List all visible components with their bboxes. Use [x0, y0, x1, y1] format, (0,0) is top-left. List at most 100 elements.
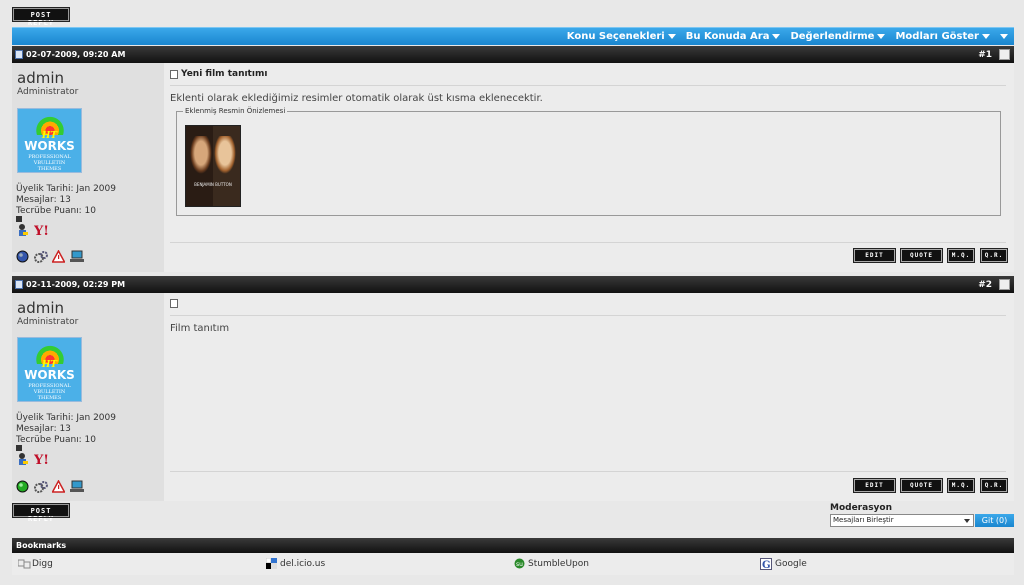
digg-icon: [17, 558, 31, 569]
attached-image-thumbnail[interactable]: BENJAMIN BUTTON: [185, 125, 241, 207]
post-header-2: 02-11-2009, 02:29 PM #2: [12, 276, 1014, 293]
post-select-checkbox[interactable]: [999, 279, 1010, 290]
thread-tools-bar: Konu Seçenekleri Bu Konuda Ara Değerlend…: [12, 27, 1014, 45]
search-thread-menu[interactable]: Bu Konuda Ara: [686, 31, 781, 42]
post-title: [170, 299, 181, 308]
document-icon: [170, 299, 178, 308]
bookmark-label: del.icio.us: [280, 558, 326, 569]
moderation-selected-option: Mesajları Birleştir: [833, 516, 894, 524]
footer-divider: [170, 471, 1006, 472]
post-header-1: 02-07-2009, 09:20 AM #1: [12, 46, 1014, 63]
avatar-line2: WORKS: [24, 139, 75, 153]
post-content-1: Yeni film tanıtımı Eklenti olarak ekledi…: [164, 63, 1014, 272]
avatar-line5: THEMES: [37, 395, 62, 401]
yahoo-icon[interactable]: Y!: [33, 223, 49, 239]
quick-reply-button[interactable]: Q.R.: [980, 478, 1008, 493]
user-panel-1: admin Administrator HT WORKS PROFESSIONA…: [12, 63, 164, 272]
bookmark-label: Digg: [32, 558, 53, 569]
display-modes-menu[interactable]: Modları Göster: [895, 31, 990, 42]
chevron-down-icon: [964, 519, 970, 523]
join-date: Üyelik Tarihi: Jan 2009: [16, 184, 116, 194]
yahoo-icon[interactable]: Y!: [33, 452, 49, 468]
display-modes-label: Modları Göster: [895, 31, 979, 42]
bookmark-label: Google: [775, 559, 807, 569]
search-thread-label: Bu Konuda Ara: [685, 31, 770, 42]
offline-status-icon: [16, 250, 29, 263]
settings-gears-icon[interactable]: [34, 250, 48, 263]
reputation-icon: [16, 445, 22, 451]
bookmark-google[interactable]: G Google: [760, 558, 807, 571]
post-number-link[interactable]: #1: [978, 50, 992, 60]
post-icon: [15, 280, 23, 289]
user-title: Administrator: [17, 317, 79, 327]
avatar[interactable]: HT WORKS PROFESSIONAL VBULLETIN THEMES: [17, 108, 82, 173]
user-title: Administrator: [17, 87, 79, 97]
moderation-label: Moderasyon: [830, 503, 893, 513]
post-date: 02-07-2009, 09:20 AM: [26, 50, 126, 59]
attachment-preview: Eklenmiş Resmin Önizlemesi BENJAMIN BUTT…: [176, 107, 1001, 216]
report-warning-icon[interactable]: [51, 479, 66, 493]
post-select-checkbox[interactable]: [999, 49, 1010, 60]
chevron-down-icon: [877, 34, 886, 39]
edit-button[interactable]: EDIT: [853, 478, 896, 493]
collapse-toggle[interactable]: [1000, 34, 1008, 39]
post-reply-button-bottom[interactable]: POST REPLY: [12, 503, 70, 523]
bookmark-digg[interactable]: Digg: [17, 558, 53, 569]
msn-icon[interactable]: [16, 452, 29, 465]
post-content-2: Film tanıtım EDIT QUOTE M.Q. Q.R.: [164, 293, 1014, 501]
post-number-link[interactable]: #2: [978, 280, 992, 290]
post-icon: [15, 50, 23, 59]
title-divider: [170, 315, 1006, 316]
bookmark-stumbleupon[interactable]: su StumbleUpon: [514, 558, 589, 569]
user-panel-2: admin Administrator HT WORKS PROFESSIONA…: [12, 293, 164, 501]
msn-icon[interactable]: [16, 223, 29, 236]
bookmarks-header: Bookmarks: [12, 538, 1014, 553]
bookmark-delicious[interactable]: del.icio.us: [265, 557, 326, 569]
chevron-down-icon: [772, 34, 781, 39]
post-message: Film tanıtım: [170, 323, 230, 334]
thread-options-menu[interactable]: Konu Seçenekleri: [567, 31, 676, 42]
bookmarks-row: Digg del.icio.us su StumbleUpon G Google: [12, 553, 1014, 575]
post-count: Mesajlar: 13: [16, 195, 71, 205]
post-reply-button[interactable]: POST REPLY: [12, 7, 70, 27]
bookmark-label: StumbleUpon: [528, 558, 589, 569]
moderation-select[interactable]: Mesajları Birleştir: [830, 514, 974, 527]
online-status-icon: [16, 480, 29, 493]
svg-text:G: G: [762, 560, 771, 570]
google-icon: G: [760, 558, 772, 571]
document-icon: [170, 69, 178, 79]
chevron-down-icon: [982, 34, 990, 39]
ip-computer-icon[interactable]: [70, 250, 84, 263]
reputation-icon: [16, 216, 22, 222]
rating-label: Değerlendirme: [790, 31, 875, 42]
quote-button[interactable]: QUOTE: [900, 478, 943, 493]
ip-computer-icon[interactable]: [70, 480, 84, 493]
username-link[interactable]: admin: [17, 299, 64, 317]
svg-text:su: su: [516, 561, 523, 568]
svg-text:Y!: Y!: [34, 453, 48, 465]
moderation-go-button[interactable]: Git (0): [975, 514, 1014, 527]
contact-icons: Y!: [16, 452, 49, 468]
rating-menu[interactable]: Değerlendirme: [790, 31, 886, 42]
quick-reply-button[interactable]: Q.R.: [980, 248, 1008, 263]
post-message: Eklenti olarak eklediğimiz resimler otom…: [170, 93, 543, 104]
chevron-down-icon: [667, 34, 676, 39]
avatar[interactable]: HT WORKS PROFESSIONAL VBULLETIN THEMES: [17, 337, 82, 402]
delicious-icon: [265, 557, 277, 569]
poster-face-right: [214, 136, 236, 174]
svg-text:Y!: Y!: [34, 224, 48, 236]
avatar-line2: WORKS: [24, 368, 75, 382]
edit-button[interactable]: EDIT: [853, 248, 896, 263]
multi-quote-button[interactable]: M.Q.: [947, 248, 975, 263]
reputation-points: Tecrübe Puanı: 10: [16, 206, 97, 216]
quote-button[interactable]: QUOTE: [900, 248, 943, 263]
post-tools-icons: [16, 479, 84, 493]
settings-gears-icon[interactable]: [34, 480, 48, 493]
post-tools-icons: [16, 249, 84, 263]
post-count: Mesajlar: 13: [16, 424, 71, 434]
post-title-text: Yeni film tanıtımı: [181, 69, 268, 79]
attachment-legend: Eklenmiş Resmin Önizlemesi: [185, 107, 286, 115]
username-link[interactable]: admin: [17, 69, 64, 87]
multi-quote-button[interactable]: M.Q.: [947, 478, 975, 493]
report-warning-icon[interactable]: [51, 249, 66, 263]
